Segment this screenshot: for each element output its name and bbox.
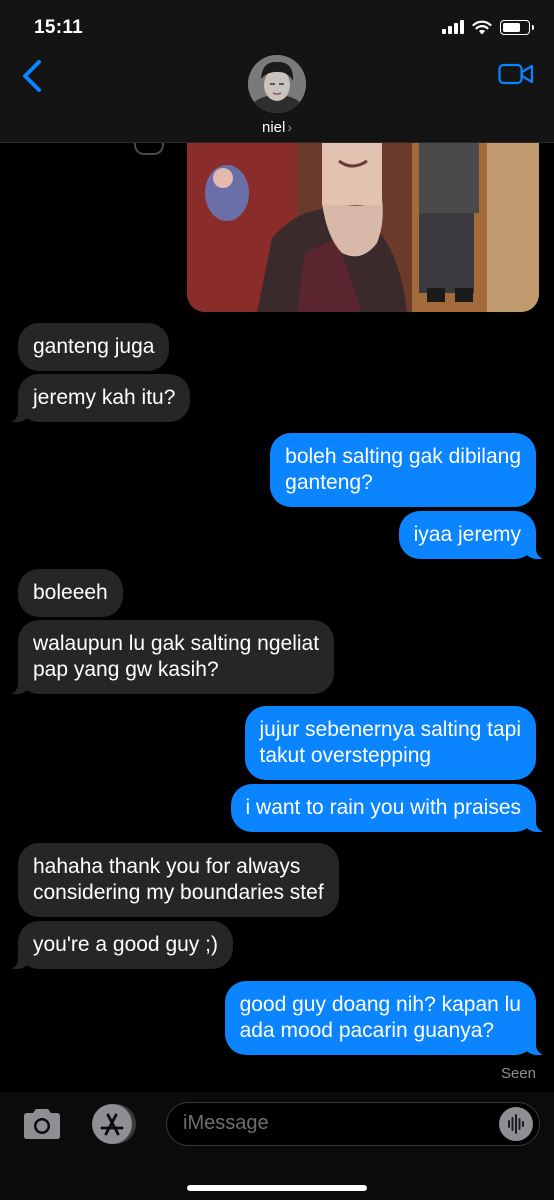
back-button[interactable] (18, 58, 48, 94)
battery-level (503, 22, 520, 32)
message-incoming[interactable]: jeremy kah itu? (7, 374, 191, 422)
avatar-photo (248, 55, 306, 113)
message-outgoing[interactable]: good guy doang nih? kapan lu ada mood pac… (224, 981, 547, 1055)
message-field[interactable] (166, 1102, 540, 1146)
message-outgoing[interactable]: iyaa jeremy (398, 511, 547, 559)
message-text-input[interactable] (183, 1103, 483, 1144)
video-camera-icon (498, 63, 534, 85)
message-outgoing[interactable]: i want to rain you with praises (230, 784, 547, 832)
wifi-icon (472, 20, 492, 34)
message-incoming[interactable]: walaupun lu gak salting ngeliat pap yang … (7, 620, 335, 694)
message-incoming[interactable]: ganteng juga (18, 323, 170, 371)
shared-photo (187, 143, 539, 312)
message-input-bar (0, 1092, 554, 1200)
message-outgoing[interactable]: jujur sebenernya salting tapi takut overs… (244, 706, 536, 780)
cellular-signal-icon (442, 20, 464, 34)
chevron-right-icon: › (287, 119, 293, 135)
message-incoming[interactable]: you're a good guy ;) (8, 921, 233, 969)
app-store-icon (92, 1104, 136, 1144)
status-icons (442, 19, 534, 35)
battery-icon (500, 19, 534, 35)
audio-waveform-icon (508, 1114, 524, 1134)
status-bar: 15:11 (0, 0, 554, 56)
audio-message-button[interactable] (499, 1107, 533, 1141)
home-indicator[interactable] (187, 1185, 367, 1191)
chevron-left-icon (23, 60, 41, 92)
contact-avatar[interactable] (248, 55, 306, 113)
contact-name-button[interactable]: niel › (0, 119, 554, 136)
camera-icon (24, 1109, 60, 1139)
apps-button[interactable] (90, 1102, 138, 1146)
cropped-message-bubble (134, 143, 164, 155)
video-call-button[interactable] (498, 62, 534, 86)
status-time: 15:11 (34, 17, 84, 38)
message-incoming[interactable]: hahaha thank you for always considering m… (18, 843, 339, 917)
read-receipt: Seen (500, 1065, 536, 1082)
contact-name: niel (261, 119, 286, 136)
camera-button[interactable] (20, 1106, 64, 1142)
message-outgoing[interactable]: boleh salting gak dibilang ganteng? (270, 433, 536, 507)
photo-message[interactable] (187, 143, 539, 312)
message-incoming[interactable]: boleeeh (18, 569, 123, 617)
